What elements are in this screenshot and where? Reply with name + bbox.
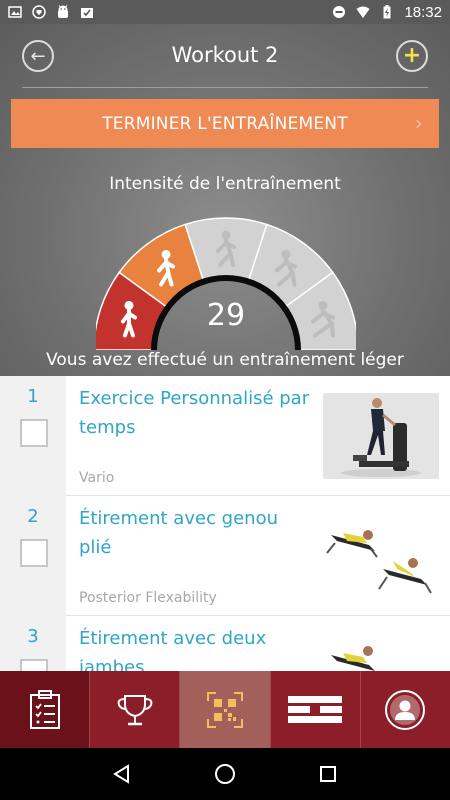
home-circle-icon: [214, 764, 235, 784]
clipboard-list-icon: [29, 689, 60, 729]
workout-header: ← Workout 2 + TERMINER L'ENTRAÎNEMENT › …: [0, 24, 450, 376]
exercise-checkbox[interactable]: [20, 539, 48, 567]
back-triangle-icon: [112, 764, 129, 784]
vario-machine-image: [323, 393, 439, 479]
list-item[interactable]: 2 Étirement avec genou plié Posterior Fl…: [0, 496, 450, 616]
system-nav-bar: [0, 748, 450, 800]
tab-trophies[interactable]: [90, 671, 181, 748]
list-item[interactable]: 1 Exercice Personnalisé par temps Vario: [0, 376, 450, 496]
back-button[interactable]: ←: [22, 40, 54, 72]
status-time: 18:32: [404, 3, 442, 21]
exercise-subtitle: Vario: [79, 470, 115, 486]
tab-timeline[interactable]: [271, 671, 361, 748]
intensity-value: 29: [206, 298, 246, 333]
user-avatar-icon: [385, 689, 426, 730]
row-left-panel: 2: [0, 496, 66, 616]
plus-icon: +: [402, 43, 422, 68]
exercise-checkbox[interactable]: [20, 419, 48, 447]
recents-square-icon: [320, 766, 337, 782]
trophy-icon: [117, 694, 153, 725]
exercise-list[interactable]: 1 Exercice Personnalisé par temps Vario …: [0, 376, 450, 671]
app-header: ← Workout 2 +: [0, 24, 450, 86]
add-button[interactable]: +: [396, 40, 428, 72]
exercise-title[interactable]: Étirement avec genou plié: [79, 504, 315, 562]
exercise-title[interactable]: Exercice Personnalisé par temps: [79, 384, 315, 442]
row-left-panel: 1: [0, 376, 66, 496]
row-left-panel: 3: [0, 616, 66, 671]
stretch-bent-knee-image: [323, 513, 439, 599]
intensity-label: Intensité de l'entraînement: [109, 174, 341, 194]
tab-qr-scan[interactable]: [180, 671, 271, 748]
bars-icon: [288, 695, 343, 723]
do-not-disturb-icon: [333, 6, 346, 18]
bottom-tab-bar: [0, 671, 450, 748]
chevron-right-icon: ›: [414, 111, 423, 135]
page-title: Workout 2: [171, 43, 279, 67]
tab-profile[interactable]: [361, 671, 450, 748]
wifi-icon: [356, 6, 370, 18]
exercise-title[interactable]: Étirement avec deux jambes: [79, 624, 315, 671]
exercise-number: 1: [27, 386, 39, 407]
exercise-number: 3: [27, 626, 39, 647]
exercise-number: 2: [27, 506, 39, 527]
arrow-left-icon: ←: [30, 45, 46, 67]
image-icon: [8, 6, 22, 18]
qr-code-icon: [207, 691, 243, 728]
header-divider: [22, 87, 428, 88]
tab-workout-list[interactable]: [0, 671, 91, 748]
nav-recents-button[interactable]: [314, 760, 342, 788]
status-bar: 18:32: [0, 0, 450, 24]
clipboard-check-icon: [81, 8, 93, 18]
stretch-two-legs-image: [323, 633, 439, 671]
finish-workout-button[interactable]: TERMINER L'ENTRAÎNEMENT ›: [11, 99, 439, 148]
nav-back-button[interactable]: [108, 760, 136, 788]
nav-home-button[interactable]: [211, 760, 239, 788]
android-icon: [58, 5, 68, 18]
finish-workout-label: TERMINER L'ENTRAÎNEMENT: [102, 113, 348, 134]
battery-charging-icon: [383, 5, 391, 19]
list-item[interactable]: 3 Étirement avec deux jambes: [0, 616, 450, 671]
shield-icon: [32, 5, 46, 19]
exercise-subtitle: Posterior Flexability: [79, 590, 217, 606]
exercise-checkbox[interactable]: [20, 659, 48, 671]
intensity-result: Vous avez effectué un entraînement léger: [46, 350, 404, 370]
